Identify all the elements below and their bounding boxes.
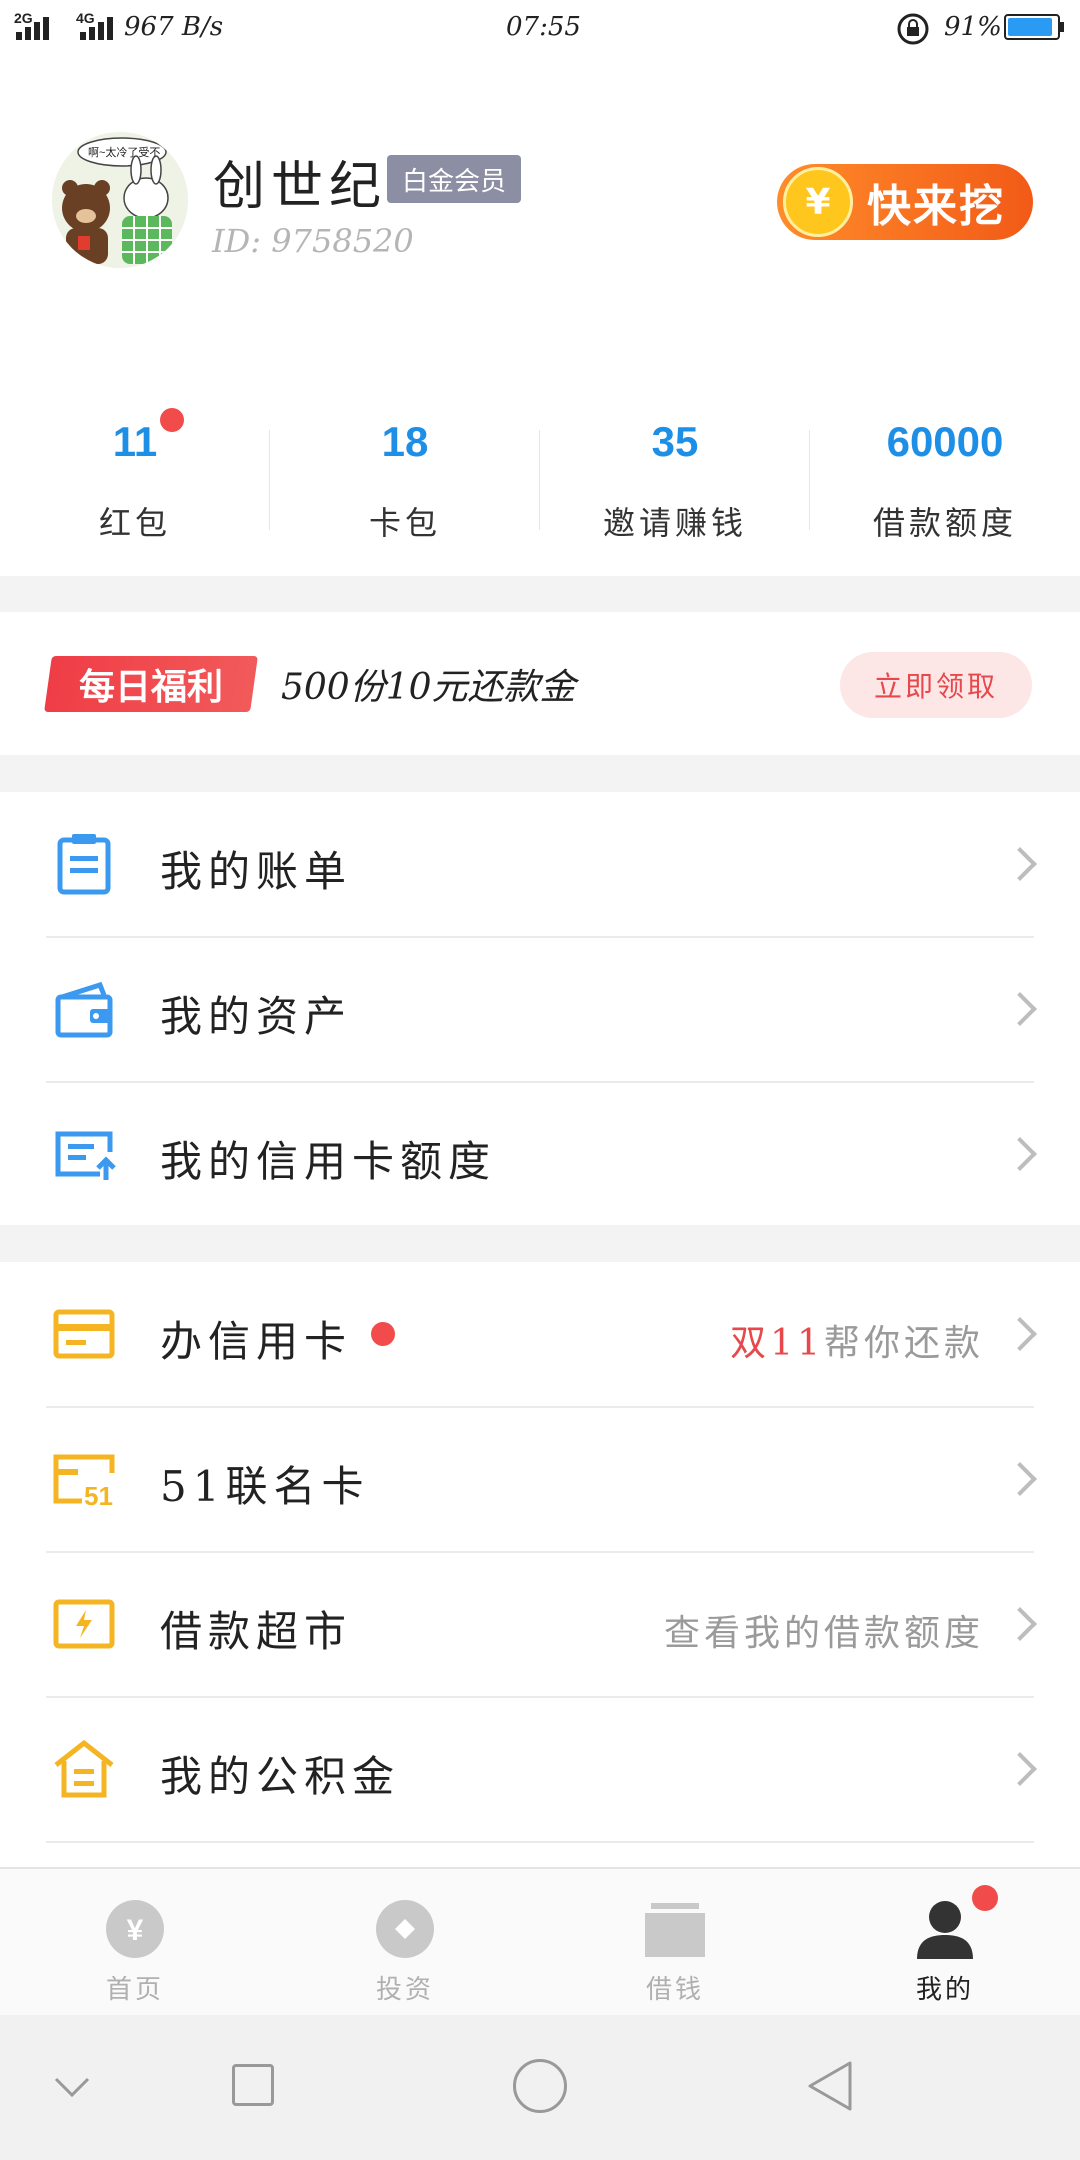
network-speed: 967 B/s [124, 12, 224, 42]
menu-my-assets[interactable]: 我的资产 [0, 937, 1080, 1082]
stat-red-packet[interactable]: 11 红包 [0, 400, 270, 575]
tab-home[interactable]: ¥ 首页 [0, 1869, 270, 2017]
yen-coin-icon: ¥ [783, 167, 853, 237]
profile-icon [917, 1901, 973, 1959]
username: 创世纪 [213, 157, 388, 217]
bottom-tab-bar: ¥ 首页 投资 借钱 我的 [0, 1867, 1080, 2017]
daily-welfare-banner[interactable]: 每日福利 500份10元还款金 立即领取 [0, 612, 1080, 755]
borrow-icon [645, 1903, 705, 1957]
chevron-right-icon [1003, 1317, 1037, 1351]
wallet-icon [55, 981, 113, 1038]
menu-promo-text: 双11帮你还款 [730, 1323, 984, 1364]
svg-text:51: 51 [84, 1481, 113, 1511]
stat-loan-limit[interactable]: 60000 借款额度 [810, 400, 1080, 575]
notification-dot [160, 408, 184, 432]
menu-group-services: 办信用卡 双11帮你还款 51 51联名卡 借款超市 查看我的借款额度 我的公积… [0, 1262, 1080, 1867]
co-brand-card-icon: 51 [53, 1454, 115, 1511]
chevron-right-icon [1003, 847, 1037, 881]
avatar-caption: 啊~太冷了受不 [88, 147, 161, 159]
stat-card-wallet[interactable]: 18 卡包 [270, 400, 540, 575]
notification-dot [371, 1322, 395, 1346]
stat-label: 邀请赚钱 [602, 504, 747, 542]
stat-label: 红包 [98, 504, 171, 542]
menu-group-account: 我的账单 我的资产 我的信用卡额度 [0, 792, 1080, 1225]
credit-limit-icon [55, 1131, 116, 1180]
loan-market-icon [53, 1599, 115, 1649]
home-button[interactable] [513, 2059, 567, 2113]
tab-borrow[interactable]: 借钱 [540, 1869, 810, 2017]
stat-value: 11 [112, 418, 158, 465]
menu-co-brand-card[interactable]: 51 51联名卡 [0, 1407, 1080, 1552]
back-button[interactable] [804, 2059, 856, 2113]
chevron-right-icon [1003, 992, 1037, 1026]
chevron-down-icon[interactable] [52, 2073, 92, 2101]
credit-card-icon [53, 1309, 115, 1359]
welfare-text: 500份10元还款金 [281, 667, 576, 708]
network-4g-label: 4G [76, 10, 95, 26]
menu-label: 借款超市 [160, 1607, 353, 1656]
daily-welfare-tag: 每日福利 [44, 656, 258, 712]
menu-hint-text: 查看我的借款额度 [663, 1613, 984, 1654]
tab-label: 我的 [915, 1975, 974, 2005]
menu-label: 我的公积金 [160, 1752, 401, 1801]
menu-apply-credit-card[interactable]: 办信用卡 双11帮你还款 [0, 1262, 1080, 1407]
claim-now-button[interactable]: 立即领取 [840, 652, 1032, 718]
stat-label: 卡包 [368, 504, 441, 542]
bill-icon [57, 834, 111, 895]
menu-label: 51联名卡 [160, 1462, 370, 1511]
home-yen-icon: ¥ [106, 1900, 164, 1958]
dig-button[interactable]: ¥ 快来挖 [777, 164, 1033, 240]
menu-label: 办信用卡 [160, 1317, 353, 1366]
housing-fund-icon [54, 1739, 114, 1798]
chevron-right-icon [1003, 1137, 1037, 1171]
network-2g-label: 2G [14, 10, 33, 26]
stats-row: 11 红包 18 卡包 35 邀请赚钱 60000 借款额度 [0, 400, 1080, 575]
tab-label: 投资 [375, 1975, 434, 2005]
rotation-lock-icon [897, 13, 929, 45]
tab-mine[interactable]: 我的 [810, 1869, 1080, 2017]
invest-icon [376, 1900, 434, 1958]
notification-dot [972, 1885, 998, 1911]
menu-label: 我的账单 [160, 847, 353, 896]
dig-button-label: 快来挖 [867, 182, 1005, 231]
recent-apps-button[interactable] [232, 2064, 274, 2106]
svg-text:¥: ¥ [127, 1914, 144, 1947]
menu-label: 我的信用卡额度 [160, 1137, 497, 1186]
user-id: ID: 9758520 [212, 222, 414, 260]
chevron-right-icon [1003, 1752, 1037, 1786]
menu-my-bills[interactable]: 我的账单 [0, 792, 1080, 937]
stat-value: 35 [651, 418, 699, 465]
menu-credit-limit[interactable]: 我的信用卡额度 [0, 1082, 1080, 1227]
clock: 07:55 [506, 12, 581, 42]
tab-label: 借钱 [645, 1975, 704, 2005]
chevron-right-icon [1003, 1607, 1037, 1641]
system-nav-bar [0, 2015, 1080, 2160]
menu-loan-market[interactable]: 借款超市 查看我的借款额度 [0, 1552, 1080, 1697]
menu-label: 我的资产 [160, 992, 353, 1041]
chevron-right-icon [1003, 1462, 1037, 1496]
divider [46, 1841, 1034, 1843]
avatar[interactable]: 啊~太冷了受不 [52, 132, 188, 268]
member-badge[interactable]: 白金会员 [387, 155, 521, 203]
status-bar: 2G 4G 967 B/s 07:55 91% [0, 0, 1080, 56]
battery-percent: 91% [944, 12, 1002, 42]
tab-label: 首页 [105, 1975, 164, 2005]
tab-invest[interactable]: 投资 [270, 1869, 540, 2017]
battery-icon [1004, 14, 1064, 40]
stat-label: 借款额度 [872, 504, 1017, 542]
stat-value: 18 [381, 418, 429, 465]
stat-invite-earn[interactable]: 35 邀请赚钱 [540, 400, 810, 575]
menu-housing-fund[interactable]: 我的公积金 [0, 1697, 1080, 1842]
stat-value: 60000 [886, 418, 1004, 465]
